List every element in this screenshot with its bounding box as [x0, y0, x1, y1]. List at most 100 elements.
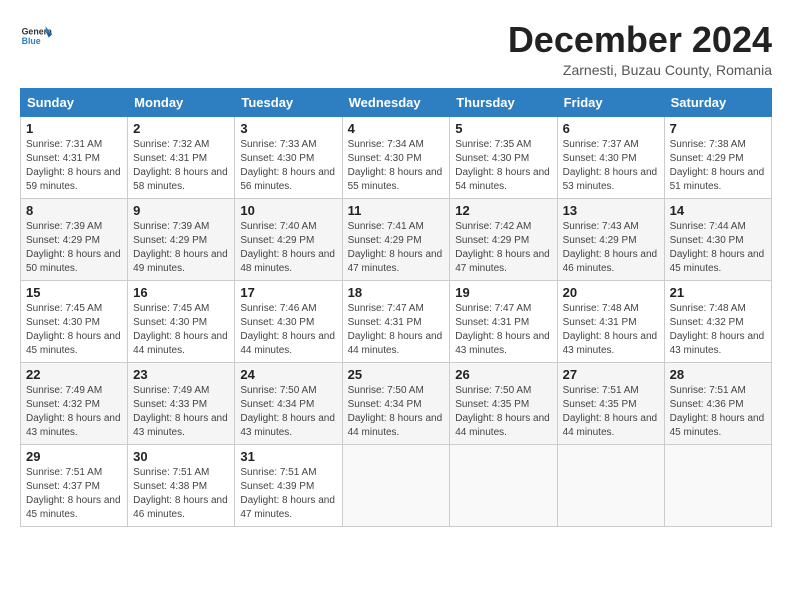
calendar-cell: 13 Sunrise: 7:43 AMSunset: 4:29 PMDayligh… [557, 198, 664, 280]
day-number: 17 [240, 285, 336, 300]
calendar-cell [450, 444, 557, 526]
calendar-cell: 16Sunrise: 7:45 AMSunset: 4:30 PMDayligh… [128, 280, 235, 362]
calendar-cell: 12 Sunrise: 7:42 AMSunset: 4:29 PMDayligh… [450, 198, 557, 280]
day-info: Sunrise: 7:43 AMSunset: 4:29 PMDaylight:… [563, 220, 659, 276]
day-info: Sunrise: 7:51 AMSunset: 4:37 PMDaylight:… [26, 466, 122, 522]
calendar-cell: 8 Sunrise: 7:39 AMSunset: 4:29 PMDaylight… [21, 198, 128, 280]
day-number: 13 [563, 203, 659, 218]
calendar-week-row: 8 Sunrise: 7:39 AMSunset: 4:29 PMDaylight… [21, 198, 772, 280]
day-number: 28 [670, 367, 766, 382]
location-subtitle: Zarnesti, Buzau County, Romania [508, 62, 772, 78]
day-info: Sunrise: 7:45 AMSunset: 4:30 PMDaylight:… [26, 302, 122, 358]
day-info: Sunrise: 7:49 AMSunset: 4:32 PMDaylight:… [26, 384, 122, 440]
day-info: Sunrise: 7:34 AMSunset: 4:30 PMDaylight:… [348, 138, 445, 194]
day-number: 18 [348, 285, 445, 300]
calendar-cell: 31 Sunrise: 7:51 AMSunset: 4:39 PMDayligh… [235, 444, 342, 526]
day-number: 14 [670, 203, 766, 218]
day-info: Sunrise: 7:49 AMSunset: 4:33 PMDaylight:… [133, 384, 229, 440]
weekday-header-saturday: Saturday [664, 88, 771, 116]
day-info: Sunrise: 7:44 AMSunset: 4:30 PMDaylight:… [670, 220, 766, 276]
day-info: Sunrise: 7:32 AMSunset: 4:31 PMDaylight:… [133, 138, 229, 194]
day-number: 10 [240, 203, 336, 218]
page-header: General Blue December 2024 Zarnesti, Buz… [20, 20, 772, 78]
day-number: 1 [26, 121, 122, 136]
calendar-cell: 18 Sunrise: 7:47 AMSunset: 4:31 PMDayligh… [342, 280, 450, 362]
calendar-cell: 30 Sunrise: 7:51 AMSunset: 4:38 PMDayligh… [128, 444, 235, 526]
calendar-week-row: 1Sunrise: 7:31 AMSunset: 4:31 PMDaylight… [21, 116, 772, 198]
day-info: Sunrise: 7:47 AMSunset: 4:31 PMDaylight:… [348, 302, 445, 358]
day-number: 7 [670, 121, 766, 136]
calendar-cell: 5 Sunrise: 7:35 AMSunset: 4:30 PMDaylight… [450, 116, 557, 198]
day-info: Sunrise: 7:50 AMSunset: 4:34 PMDaylight:… [240, 384, 336, 440]
logo-area: General Blue [20, 20, 56, 52]
day-info: Sunrise: 7:42 AMSunset: 4:29 PMDaylight:… [455, 220, 551, 276]
day-info: Sunrise: 7:38 AMSunset: 4:29 PMDaylight:… [670, 138, 766, 194]
day-number: 8 [26, 203, 122, 218]
calendar-cell: 11 Sunrise: 7:41 AMSunset: 4:29 PMDayligh… [342, 198, 450, 280]
day-info: Sunrise: 7:51 AMSunset: 4:38 PMDaylight:… [133, 466, 229, 522]
title-area: December 2024 Zarnesti, Buzau County, Ro… [508, 20, 772, 78]
calendar-cell: 1Sunrise: 7:31 AMSunset: 4:31 PMDaylight… [21, 116, 128, 198]
month-title: December 2024 [508, 20, 772, 60]
calendar-week-row: 29Sunrise: 7:51 AMSunset: 4:37 PMDayligh… [21, 444, 772, 526]
day-number: 24 [240, 367, 336, 382]
day-info: Sunrise: 7:45 AMSunset: 4:30 PMDaylight:… [133, 302, 229, 358]
day-number: 23 [133, 367, 229, 382]
calendar-cell: 17 Sunrise: 7:46 AMSunset: 4:30 PMDayligh… [235, 280, 342, 362]
weekday-header-wednesday: Wednesday [342, 88, 450, 116]
svg-text:Blue: Blue [22, 36, 41, 46]
weekday-header-thursday: Thursday [450, 88, 557, 116]
calendar-cell: 20 Sunrise: 7:48 AMSunset: 4:31 PMDayligh… [557, 280, 664, 362]
calendar-cell: 15Sunrise: 7:45 AMSunset: 4:30 PMDayligh… [21, 280, 128, 362]
day-info: Sunrise: 7:41 AMSunset: 4:29 PMDaylight:… [348, 220, 445, 276]
calendar-cell: 7 Sunrise: 7:38 AMSunset: 4:29 PMDaylight… [664, 116, 771, 198]
day-number: 22 [26, 367, 122, 382]
day-info: Sunrise: 7:33 AMSunset: 4:30 PMDaylight:… [240, 138, 336, 194]
calendar-cell: 24 Sunrise: 7:50 AMSunset: 4:34 PMDayligh… [235, 362, 342, 444]
calendar-cell: 14 Sunrise: 7:44 AMSunset: 4:30 PMDayligh… [664, 198, 771, 280]
day-number: 5 [455, 121, 551, 136]
day-info: Sunrise: 7:50 AMSunset: 4:34 PMDaylight:… [348, 384, 445, 440]
day-number: 30 [133, 449, 229, 464]
calendar-cell: 23 Sunrise: 7:49 AMSunset: 4:33 PMDayligh… [128, 362, 235, 444]
calendar-cell [557, 444, 664, 526]
calendar-cell: 28Sunrise: 7:51 AMSunset: 4:36 PMDayligh… [664, 362, 771, 444]
calendar-cell: 21 Sunrise: 7:48 AMSunset: 4:32 PMDayligh… [664, 280, 771, 362]
day-number: 21 [670, 285, 766, 300]
day-number: 12 [455, 203, 551, 218]
calendar-cell: 26Sunrise: 7:50 AMSunset: 4:35 PMDayligh… [450, 362, 557, 444]
day-number: 3 [240, 121, 336, 136]
day-info: Sunrise: 7:51 AMSunset: 4:39 PMDaylight:… [240, 466, 336, 522]
generalblue-logo-icon: General Blue [20, 20, 52, 52]
calendar-cell: 27Sunrise: 7:51 AMSunset: 4:35 PMDayligh… [557, 362, 664, 444]
day-number: 31 [240, 449, 336, 464]
day-info: Sunrise: 7:48 AMSunset: 4:31 PMDaylight:… [563, 302, 659, 358]
calendar-cell: 4 Sunrise: 7:34 AMSunset: 4:30 PMDaylight… [342, 116, 450, 198]
day-number: 25 [348, 367, 445, 382]
day-number: 19 [455, 285, 551, 300]
day-number: 4 [348, 121, 445, 136]
calendar-cell: 2Sunrise: 7:32 AMSunset: 4:31 PMDaylight… [128, 116, 235, 198]
calendar-cell: 19Sunrise: 7:47 AMSunset: 4:31 PMDayligh… [450, 280, 557, 362]
day-number: 9 [133, 203, 229, 218]
day-info: Sunrise: 7:39 AMSunset: 4:29 PMDaylight:… [26, 220, 122, 276]
weekday-header-friday: Friday [557, 88, 664, 116]
calendar-cell: 3 Sunrise: 7:33 AMSunset: 4:30 PMDaylight… [235, 116, 342, 198]
day-info: Sunrise: 7:40 AMSunset: 4:29 PMDaylight:… [240, 220, 336, 276]
calendar-body: 1Sunrise: 7:31 AMSunset: 4:31 PMDaylight… [21, 116, 772, 526]
calendar-header-row: SundayMondayTuesdayWednesdayThursdayFrid… [21, 88, 772, 116]
day-info: Sunrise: 7:50 AMSunset: 4:35 PMDaylight:… [455, 384, 551, 440]
day-number: 20 [563, 285, 659, 300]
calendar-cell [664, 444, 771, 526]
day-info: Sunrise: 7:35 AMSunset: 4:30 PMDaylight:… [455, 138, 551, 194]
day-info: Sunrise: 7:46 AMSunset: 4:30 PMDaylight:… [240, 302, 336, 358]
weekday-header-monday: Monday [128, 88, 235, 116]
calendar-cell: 6Sunrise: 7:37 AMSunset: 4:30 PMDaylight… [557, 116, 664, 198]
calendar-table: SundayMondayTuesdayWednesdayThursdayFrid… [20, 88, 772, 527]
calendar-cell: 29Sunrise: 7:51 AMSunset: 4:37 PMDayligh… [21, 444, 128, 526]
calendar-week-row: 15Sunrise: 7:45 AMSunset: 4:30 PMDayligh… [21, 280, 772, 362]
day-number: 6 [563, 121, 659, 136]
calendar-cell: 22 Sunrise: 7:49 AMSunset: 4:32 PMDayligh… [21, 362, 128, 444]
day-number: 11 [348, 203, 445, 218]
day-info: Sunrise: 7:48 AMSunset: 4:32 PMDaylight:… [670, 302, 766, 358]
